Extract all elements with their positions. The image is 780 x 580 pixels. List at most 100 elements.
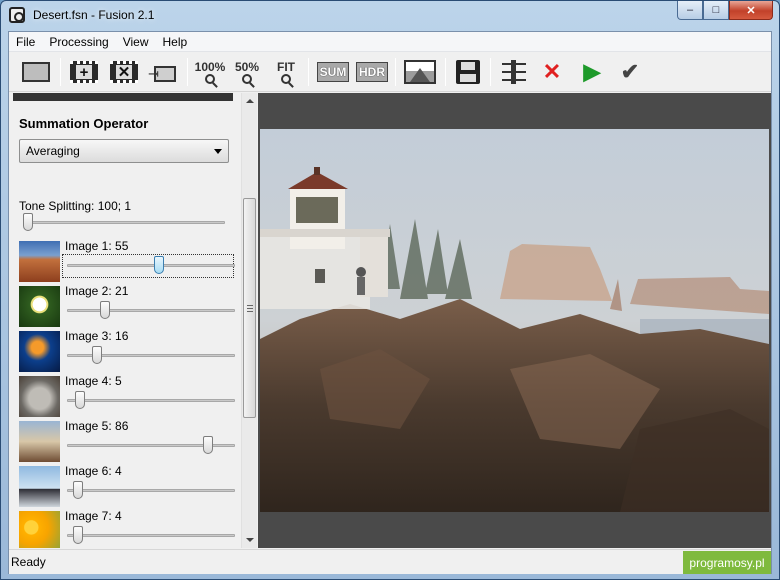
toolbar-separator — [60, 58, 61, 86]
image-row: Image 6: 4 — [19, 464, 239, 509]
toolbar: + ✕ ⇥ 100% 50% FIT SUM HDR ✕ ▶ ✔ — [9, 52, 771, 92]
image-weight-label: Image 5: 86 — [65, 419, 129, 433]
image-weight-label: Image 7: 4 — [65, 509, 122, 523]
menu-processing[interactable]: Processing — [42, 35, 115, 49]
toolbar-separator — [187, 58, 188, 86]
toolbar-separator — [445, 58, 446, 86]
image-thumbnail[interactable] — [19, 241, 60, 282]
zoom-100-label: 100% — [194, 59, 226, 74]
import-button[interactable]: ⇥ — [146, 56, 180, 88]
zoom-50-label: 50% — [234, 59, 260, 74]
image-weight-slider[interactable] — [202, 436, 213, 454]
image-weight-label: Image 6: 4 — [65, 464, 122, 478]
cancel-button[interactable]: ✕ — [537, 56, 567, 88]
image-weight-label: Image 4: 5 — [65, 374, 122, 388]
chevron-down-icon — [214, 149, 222, 154]
image-thumbnail[interactable] — [19, 421, 60, 462]
image-weight-track[interactable] — [67, 489, 235, 492]
scrollbar-thumb[interactable] — [243, 198, 256, 418]
panel-header-bar — [13, 93, 233, 101]
image-thumbnail[interactable] — [19, 466, 60, 507]
image-weight-slider[interactable] — [100, 301, 111, 319]
image-weight-track[interactable] — [67, 264, 235, 267]
client-area: File Processing View Help + ✕ ⇥ 100% 50%… — [8, 31, 772, 574]
image-row: Image 7: 4 — [19, 509, 239, 548]
add-image-button[interactable]: + — [67, 56, 101, 88]
image-weight-track[interactable] — [67, 534, 235, 537]
status-text: Ready — [11, 555, 46, 569]
image-weight-label: Image 2: 21 — [65, 284, 129, 298]
add-image-icon: + — [70, 61, 98, 83]
panel-scrollbar[interactable] — [241, 93, 257, 548]
save-button[interactable] — [452, 56, 484, 88]
zoom-fit-button[interactable]: FIT — [271, 56, 301, 88]
watermark-badge: programosy.pl — [683, 551, 771, 574]
landscape-icon — [404, 60, 436, 84]
window-title: Desert.fsn - Fusion 2.1 — [33, 8, 155, 22]
frame-icon — [22, 62, 50, 82]
image-weight-track[interactable] — [67, 309, 235, 312]
maximize-button[interactable]: □ — [703, 1, 729, 20]
image-weight-slider[interactable] — [92, 346, 103, 364]
minimize-button[interactable]: – — [677, 1, 703, 20]
image-weight-slider[interactable] — [74, 391, 85, 409]
scroll-up-icon[interactable] — [246, 99, 254, 103]
cancel-icon: ✕ — [542, 59, 562, 84]
operator-panel: Summation Operator Averaging Tone Splitt… — [9, 93, 257, 548]
image-row: Image 5: 86 — [19, 419, 239, 464]
tone-splitting-track[interactable] — [23, 221, 225, 224]
app-window: Desert.fsn - Fusion 2.1 – □ ✕ File Proce… — [0, 0, 780, 580]
close-button[interactable]: ✕ — [729, 1, 773, 20]
sliders-icon — [502, 60, 526, 84]
image-thumbnail[interactable] — [19, 286, 60, 327]
toolbar-separator — [490, 58, 491, 86]
image-thumbnail[interactable] — [19, 511, 60, 548]
tone-splitting-slider[interactable] — [23, 213, 33, 231]
app-icon[interactable] — [9, 7, 25, 23]
menu-help[interactable]: Help — [156, 35, 195, 49]
toolbar-separator — [395, 58, 396, 86]
sliders-button[interactable] — [499, 56, 529, 88]
preview-artwork — [260, 129, 769, 512]
image-weight-track[interactable] — [67, 399, 235, 402]
run-button[interactable]: ▶ — [577, 56, 607, 88]
image-weight-slider[interactable] — [73, 526, 84, 544]
remove-image-icon: ✕ — [110, 61, 138, 83]
operator-select[interactable]: Averaging — [19, 139, 229, 163]
toolbar-separator — [308, 58, 309, 86]
save-icon — [456, 60, 480, 84]
image-row: Image 4: 5 — [19, 374, 239, 419]
play-icon: ▶ — [583, 59, 601, 84]
menu-view[interactable]: View — [116, 35, 156, 49]
scroll-down-icon[interactable] — [246, 538, 254, 542]
accept-button[interactable]: ✔ — [615, 56, 645, 88]
zoom-100-button[interactable]: 100% — [192, 56, 228, 88]
image-weight-label: Image 3: 16 — [65, 329, 129, 343]
image-viewer[interactable] — [258, 93, 771, 548]
title-bar[interactable]: Desert.fsn - Fusion 2.1 – □ ✕ — [1, 1, 779, 31]
landscape-button[interactable] — [401, 56, 439, 88]
tone-splitting-label: Tone Splitting: 100; 1 — [19, 199, 132, 213]
hdr-button[interactable]: HDR — [354, 56, 390, 88]
operator-title: Summation Operator — [19, 116, 149, 131]
zoom-fit-label: FIT — [277, 59, 295, 74]
zoom-100-icon: 100% — [194, 59, 226, 84]
image-weight-label: Image 1: 55 — [65, 239, 129, 253]
menu-file[interactable]: File — [9, 35, 42, 49]
remove-image-button[interactable]: ✕ — [107, 56, 141, 88]
zoom-50-button[interactable]: 50% — [231, 56, 263, 88]
sum-icon: SUM — [317, 62, 349, 82]
image-row: Image 3: 16 — [19, 329, 239, 374]
zoom-fit-icon: FIT — [277, 61, 295, 84]
sum-button[interactable]: SUM — [315, 56, 351, 88]
image-thumbnail[interactable] — [19, 376, 60, 417]
zoom-50-icon: 50% — [235, 61, 259, 84]
new-project-button[interactable] — [19, 56, 53, 88]
status-bar: Ready programosy.pl — [9, 549, 771, 574]
image-weight-slider[interactable] — [73, 481, 84, 499]
image-thumbnail[interactable] — [19, 331, 60, 372]
operator-select-value: Averaging — [26, 144, 80, 158]
image-weight-slider[interactable] — [153, 256, 164, 274]
hdr-icon: HDR — [356, 62, 388, 82]
check-icon: ✔ — [620, 59, 640, 84]
